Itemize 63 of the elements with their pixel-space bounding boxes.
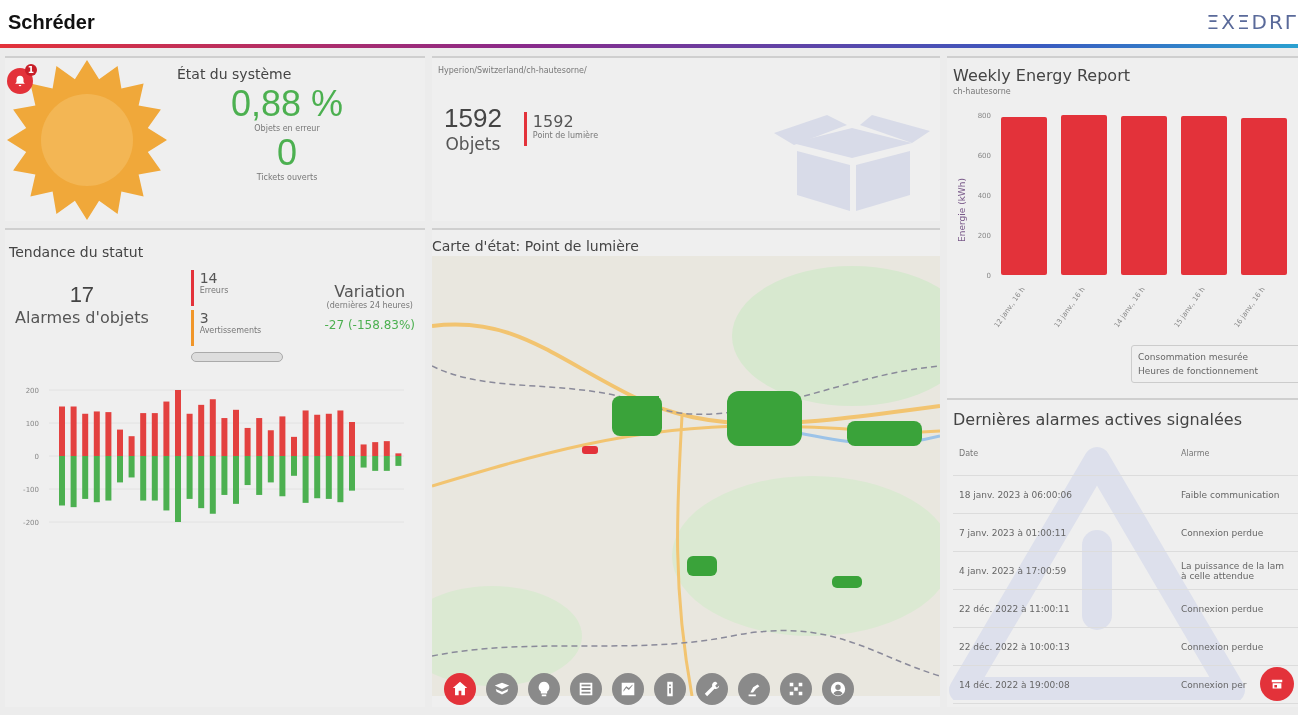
- panel-title: Weekly Energy Report: [953, 65, 1131, 87]
- brand-name: Schréder: [8, 10, 95, 34]
- column-header: Alarme: [1181, 448, 1210, 458]
- table-cell: La puissance de la lam à celle attendue: [1181, 560, 1285, 581]
- y-axis-title: Energie (kWh): [957, 178, 967, 242]
- map-tool-button[interactable]: [822, 673, 854, 705]
- store-icon: [1270, 677, 1284, 691]
- object-count: 1592: [444, 103, 502, 134]
- map-tool-button[interactable]: [780, 673, 812, 705]
- map-tool-button[interactable]: [612, 673, 644, 705]
- chart-icon: [619, 680, 637, 698]
- panel-title: Dernières alarmes actives signalées: [953, 409, 1243, 431]
- wrench-icon: [703, 680, 721, 698]
- ticket-label: Tickets ouverts: [256, 173, 318, 182]
- legend-item[interactable]: Consommation mesurée: [1138, 350, 1298, 364]
- map-tool-button[interactable]: [654, 673, 686, 705]
- column-header: Date: [958, 448, 980, 458]
- panel-title: Carte d'état: Point de lumière: [432, 237, 640, 256]
- table-cell: Connexion perdue: [1181, 527, 1264, 538]
- variation-period: (dernières 24 heures): [325, 301, 414, 310]
- map-tool-button[interactable]: [486, 673, 518, 705]
- map-tool-button[interactable]: [570, 673, 602, 705]
- table-cell-text: 22 déc. 2022 à 11:00:11: [958, 603, 1071, 614]
- table-cell-text: 22 déc. 2022 à 10:00:13: [958, 641, 1071, 652]
- sun-icon: [5, 58, 169, 221]
- severity-label: Erreurs: [199, 286, 229, 295]
- object-label: Objets: [444, 134, 502, 154]
- severity-label: Avertissements: [199, 326, 262, 335]
- table-cell: Connexion perdue: [1181, 641, 1264, 652]
- map-tool-button[interactable]: [696, 673, 728, 705]
- table-cell-text: 14 déc. 2022 à 19:00:08: [958, 679, 1071, 690]
- table-cell-text: 18 janv. 2023 à 06:00:06: [958, 489, 1073, 500]
- table-cell-text: 7 janv. 2023 à 01:00:11: [958, 527, 1068, 538]
- panel-title: Tendance du statut: [9, 243, 145, 262]
- bell-icon: [13, 74, 27, 88]
- category-count: 1592: [532, 111, 574, 131]
- variation-value: -27 (-158.83%): [324, 317, 415, 332]
- table-cell: Faible communication: [1181, 489, 1280, 500]
- logo-text: ΞXΞDRΓ: [1206, 10, 1298, 34]
- category-label: Point de lumière: [532, 130, 599, 140]
- error-rate-label: Objets en erreur: [254, 124, 320, 133]
- floating-action-button[interactable]: [1260, 667, 1294, 701]
- panel-title: État du système: [177, 65, 292, 84]
- table-cell: Connexion perdue: [1181, 603, 1264, 614]
- error-rate: 0,88 %: [230, 84, 344, 124]
- ticket-count: 0: [277, 133, 297, 173]
- panel-subtitle: ch-hautesorne: [953, 87, 1012, 96]
- user-icon: [829, 680, 847, 698]
- notification-count: 1: [24, 64, 37, 76]
- alarm-count: 17: [68, 282, 96, 308]
- table-cell-text: 4 janv. 2023 à 17:00:59: [958, 565, 1068, 576]
- map-tool-button[interactable]: [528, 673, 560, 705]
- variation-title: Variation: [334, 282, 407, 301]
- severity-count: 3: [199, 310, 210, 326]
- legend-item[interactable]: Heures de fonctionnement: [1138, 364, 1298, 378]
- map-tool-button[interactable]: [738, 673, 770, 705]
- alarm-label: Alarmes d'objets: [15, 308, 149, 327]
- location-path: Hyperion/Switzerland/ch-hautesorne/: [437, 65, 588, 77]
- map-tool-button[interactable]: [444, 673, 476, 705]
- table-icon: [577, 680, 595, 698]
- severity-count: 14: [199, 270, 219, 286]
- home-icon: [451, 680, 469, 698]
- table-cell: Connexion per: [1181, 679, 1247, 690]
